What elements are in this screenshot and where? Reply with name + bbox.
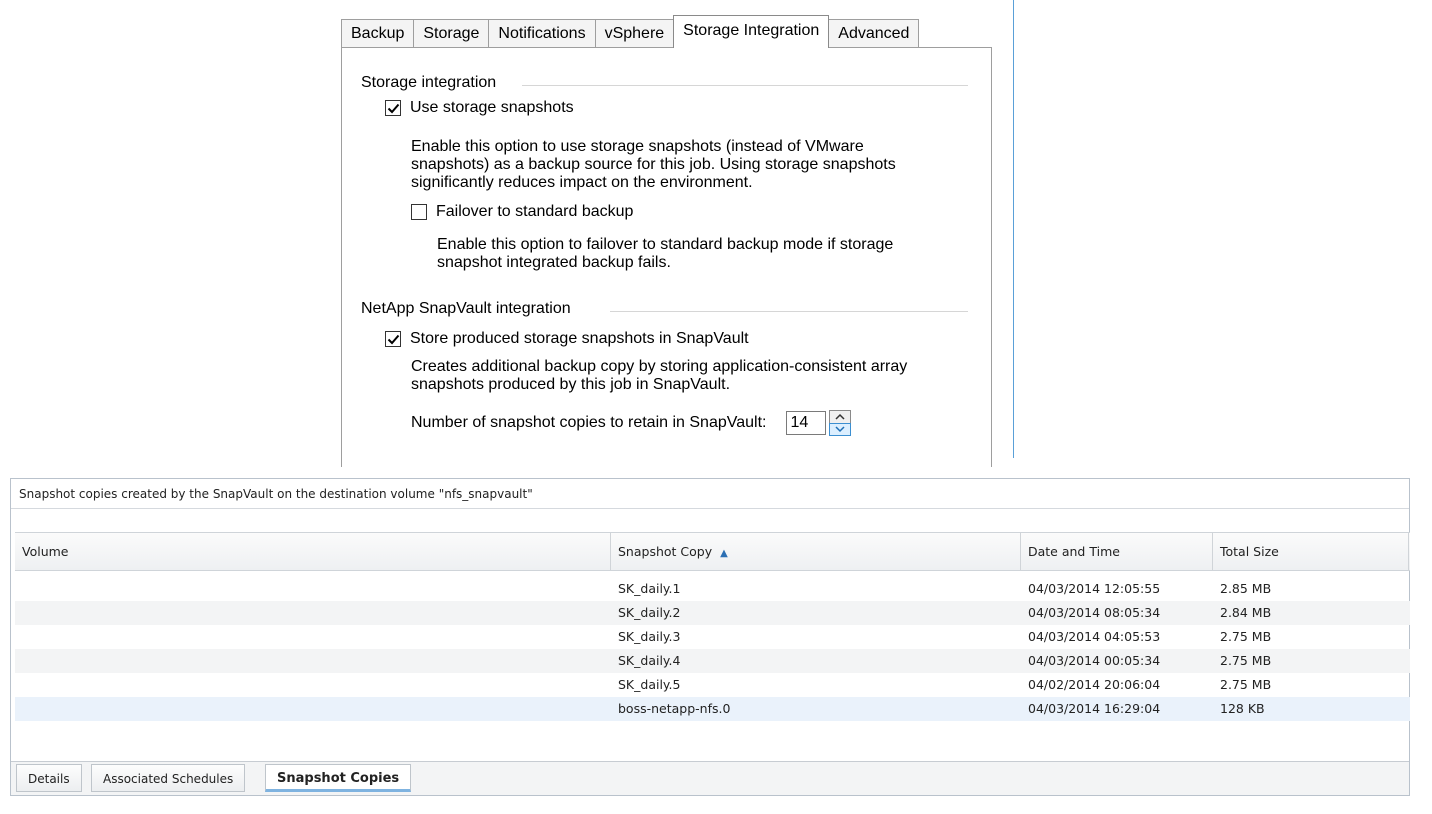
sort-ascending-icon: ▲ [720, 548, 728, 559]
cell-total-size: 2.75 MB [1220, 653, 1272, 668]
store-in-snapvault-option[interactable]: Store produced storage snapshots in Snap… [385, 330, 749, 348]
description-line: Creates additional backup copy by storin… [411, 358, 908, 375]
description-line: Enable this option to use storage snapsh… [411, 138, 864, 155]
tab-snapshot-copies[interactable]: Snapshot Copies [265, 764, 412, 792]
tab-backup[interactable]: Backup [341, 19, 415, 48]
tab-details[interactable]: Details [16, 764, 82, 792]
tab-storage[interactable]: Storage [413, 19, 490, 48]
table-row[interactable]: SK_daily.1 04/03/2014 12:05:55 2.85 MB [15, 577, 1410, 601]
retain-copies-label: Number of snapshot copies to retain in S… [411, 414, 767, 431]
cell-snapshot-copy: SK_daily.3 [618, 629, 681, 644]
store-in-snapvault-description: Creates additional backup copy by storin… [411, 358, 907, 394]
cell-snapshot-copy: SK_daily.5 [618, 677, 681, 692]
table-row-selected[interactable]: boss-netapp-nfs.0 04/03/2014 16:29:04 12… [15, 697, 1410, 721]
storage-integration-tab-body: Storage integration Use storage snapshot… [341, 47, 992, 467]
cell-snapshot-copy: SK_daily.1 [618, 581, 681, 596]
use-storage-snapshots-description: Enable this option to use storage snapsh… [411, 138, 896, 192]
cell-date-time: 04/03/2014 00:05:34 [1028, 653, 1161, 668]
cell-date-time: 04/03/2014 08:05:34 [1028, 605, 1161, 620]
cell-total-size: 2.75 MB [1220, 677, 1272, 692]
chevron-down-icon [835, 426, 845, 432]
check-icon [387, 334, 399, 344]
table-row[interactable]: SK_daily.4 04/03/2014 00:05:34 2.75 MB [15, 649, 1410, 673]
description-line: snapshots produced by this job in SnapVa… [411, 376, 731, 393]
store-in-snapvault-label: Store produced storage snapshots in Snap… [410, 330, 749, 347]
description-line: snapshots) as a backup source for this j… [411, 156, 896, 173]
chevron-up-icon [835, 414, 845, 420]
use-storage-snapshots-checkbox[interactable] [385, 100, 401, 116]
panel-tab-strip: Details Associated Schedules Snapshot Co… [11, 761, 1409, 795]
cell-snapshot-copy: SK_daily.2 [618, 605, 681, 620]
description-line: significantly reduces impact on the envi… [411, 174, 753, 191]
job-settings-dialog: Backup Storage Notifications vSphere Sto… [317, 0, 1014, 467]
cell-snapshot-copy: SK_daily.4 [618, 653, 681, 668]
cell-total-size: 2.85 MB [1220, 581, 1272, 596]
cell-total-size: 2.84 MB [1220, 605, 1272, 620]
description-line: snapshot integrated backup fails. [437, 254, 671, 271]
group-divider [522, 85, 968, 86]
settings-tab-strip: Backup Storage Notifications vSphere Sto… [341, 15, 920, 48]
cell-date-time: 04/03/2014 12:05:55 [1028, 581, 1161, 596]
column-header-volume[interactable]: Volume [15, 533, 611, 570]
cell-date-time: 04/02/2014 20:06:04 [1028, 677, 1161, 692]
tab-storage-integration[interactable]: Storage Integration [673, 15, 830, 48]
failover-checkbox[interactable] [411, 204, 427, 220]
storage-integration-group-title: Storage integration [361, 74, 497, 91]
failover-description: Enable this option to failover to standa… [437, 236, 893, 272]
column-header-snapshot-copy-label: Snapshot Copy [618, 544, 713, 559]
spin-down-button[interactable] [829, 422, 852, 436]
table-row[interactable]: SK_daily.2 04/03/2014 08:05:34 2.84 MB [15, 601, 1410, 625]
cell-date-time: 04/03/2014 04:05:53 [1028, 629, 1161, 644]
retain-copies-row: Number of snapshot copies to retain in S… [411, 410, 852, 436]
tab-notifications[interactable]: Notifications [488, 19, 596, 48]
check-icon [387, 103, 399, 113]
description-line: Enable this option to failover to standa… [437, 236, 894, 253]
spin-up-button[interactable] [829, 410, 852, 424]
store-in-snapvault-checkbox[interactable] [385, 331, 401, 347]
retain-copies-spinner[interactable] [829, 410, 852, 436]
tab-associated-schedules[interactable]: Associated Schedules [91, 764, 246, 792]
failover-label: Failover to standard backup [436, 203, 634, 220]
snapshot-copies-table: SK_daily.1 04/03/2014 12:05:55 2.85 MB S… [15, 577, 1410, 721]
column-header-snapshot-copy[interactable]: Snapshot Copy ▲ [611, 533, 1021, 570]
cell-snapshot-copy: boss-netapp-nfs.0 [618, 701, 731, 716]
retain-copies-input[interactable] [786, 411, 827, 435]
snapshot-copies-panel: Snapshot copies created by the SnapVault… [10, 478, 1410, 796]
cell-total-size: 128 KB [1220, 701, 1265, 716]
table-row[interactable]: SK_daily.5 04/02/2014 20:06:04 2.75 MB [15, 673, 1410, 697]
cell-date-time: 04/03/2014 16:29:04 [1028, 701, 1161, 716]
panel-caption: Snapshot copies created by the SnapVault… [11, 479, 1409, 509]
tab-advanced[interactable]: Advanced [828, 19, 920, 48]
group-divider [610, 311, 968, 312]
column-header-total-size[interactable]: Total Size [1213, 533, 1409, 570]
grid-header: Volume Snapshot Copy ▲ Date and Time Tot… [15, 532, 1410, 571]
use-storage-snapshots-option[interactable]: Use storage snapshots [385, 99, 574, 117]
failover-option[interactable]: Failover to standard backup [411, 203, 633, 221]
cell-total-size: 2.75 MB [1220, 629, 1272, 644]
use-storage-snapshots-label: Use storage snapshots [410, 99, 574, 116]
snapvault-group-title: NetApp SnapVault integration [361, 300, 571, 317]
column-header-date-time[interactable]: Date and Time [1021, 533, 1213, 570]
tab-vsphere[interactable]: vSphere [594, 19, 675, 48]
table-row[interactable]: SK_daily.3 04/03/2014 04:05:53 2.75 MB [15, 625, 1410, 649]
